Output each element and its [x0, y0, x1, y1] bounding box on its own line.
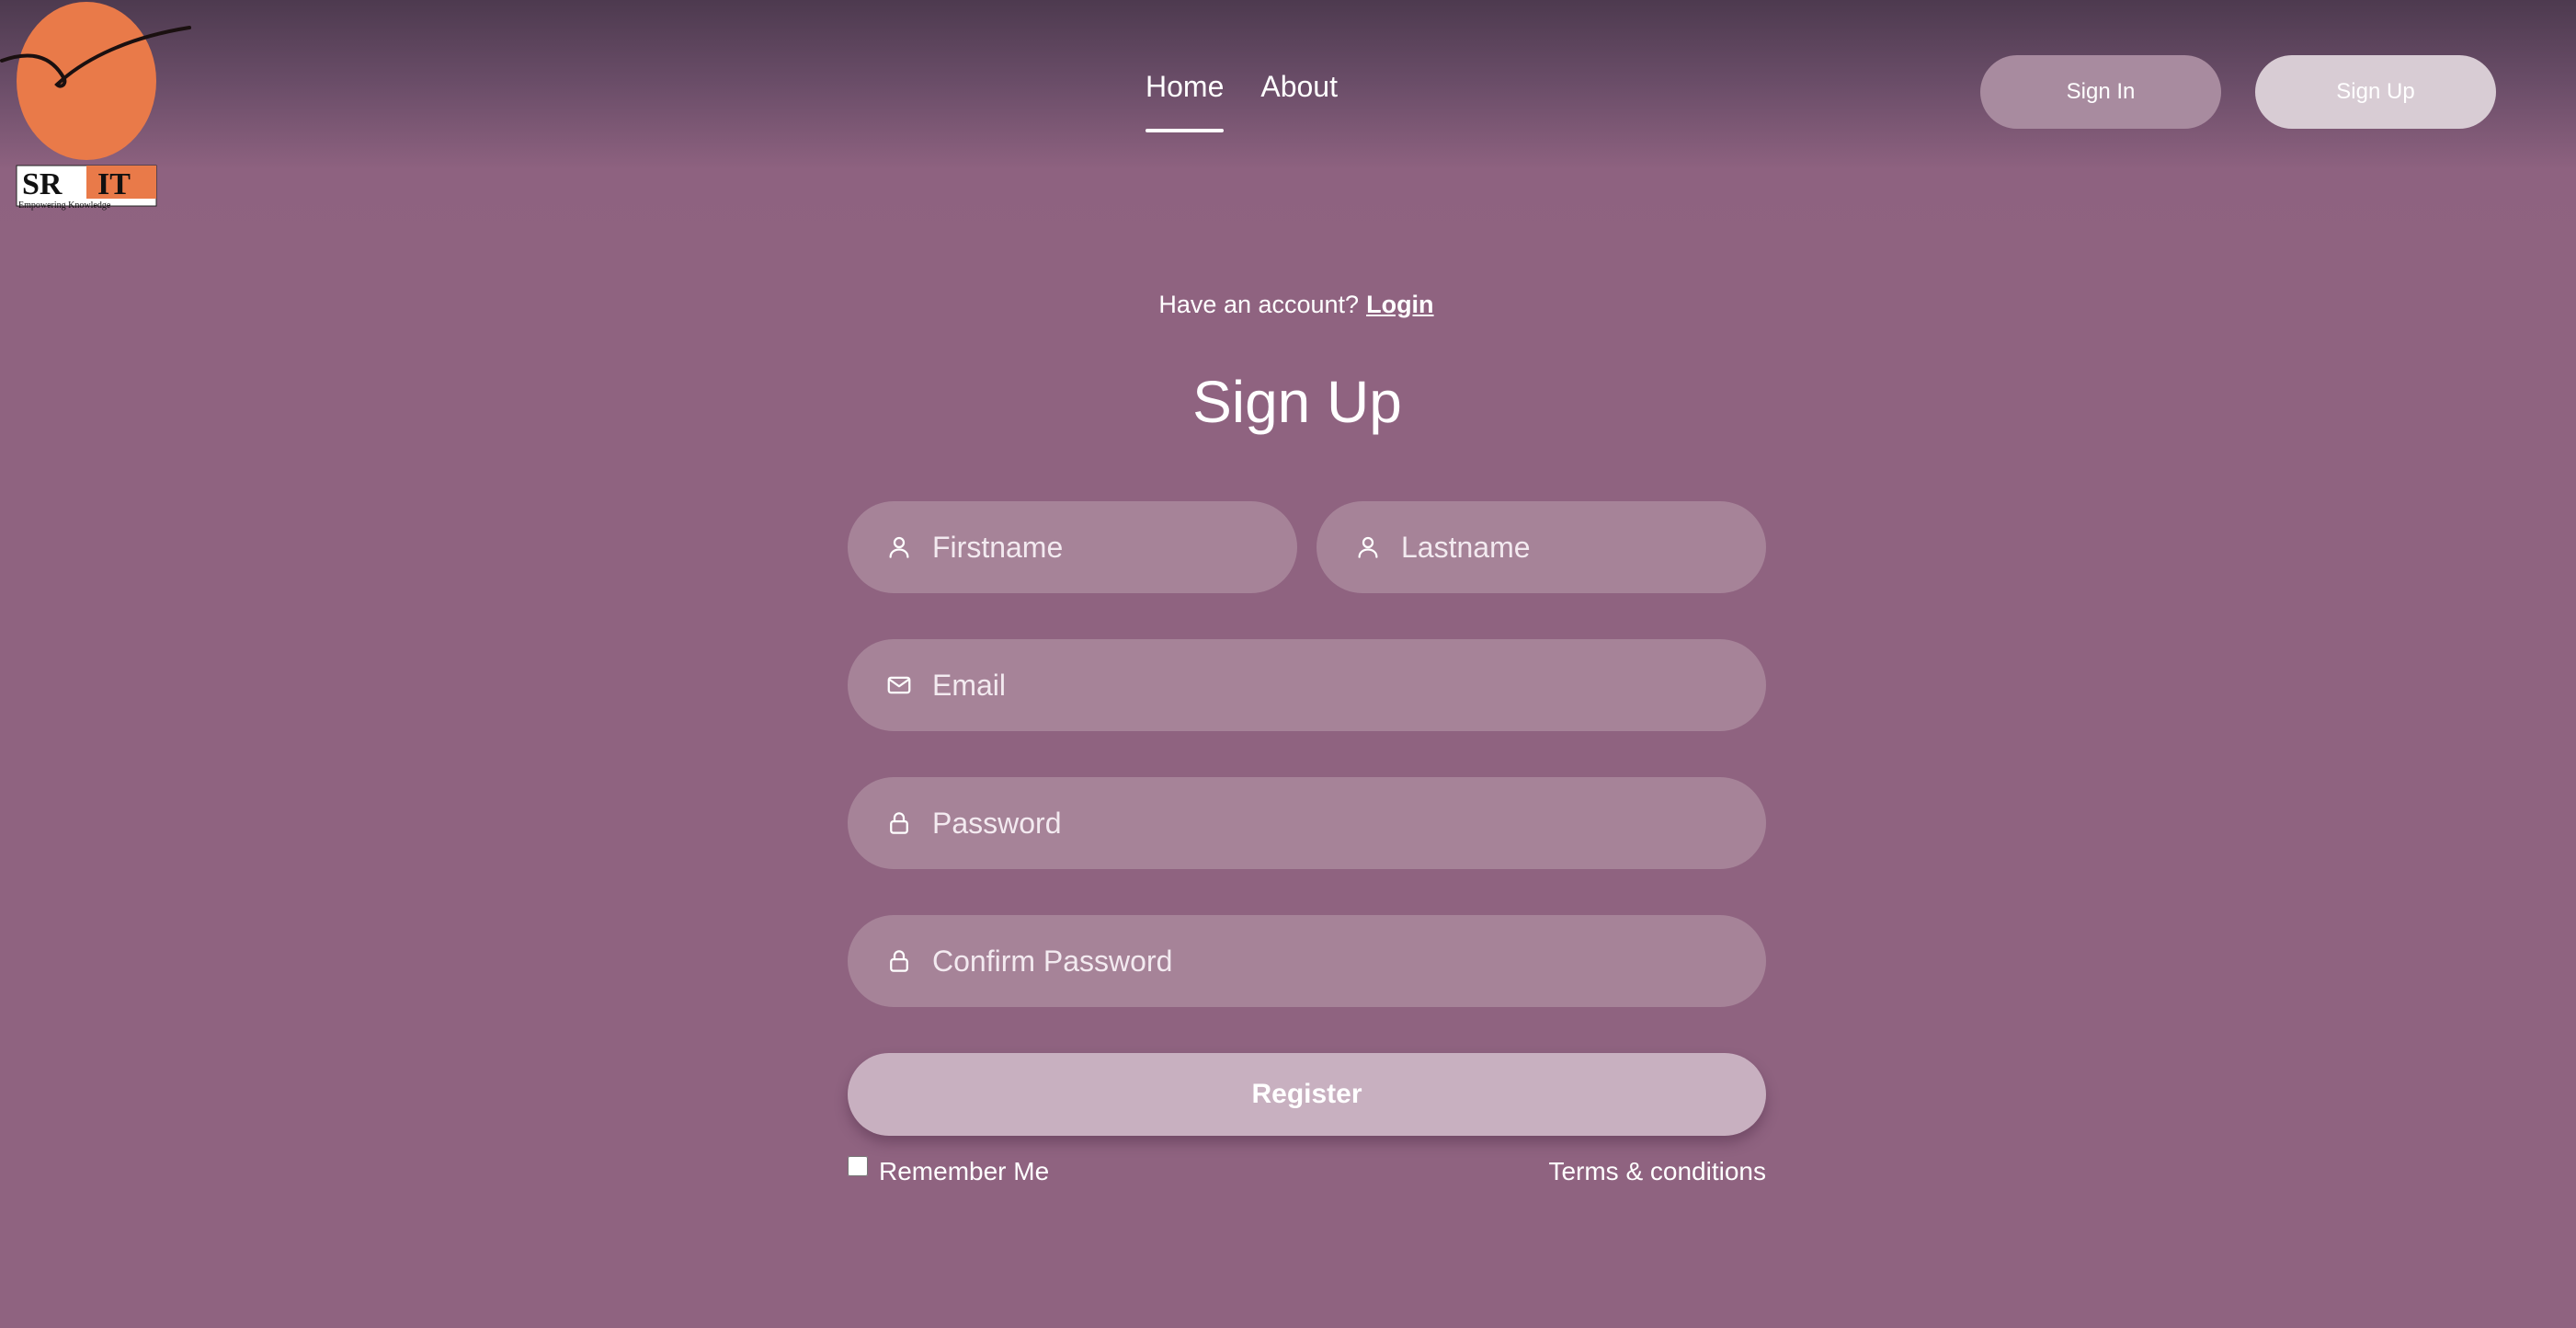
- logo-text-sr: SR: [22, 167, 63, 201]
- register-button[interactable]: Register: [848, 1053, 1766, 1136]
- lock-icon: [883, 944, 916, 978]
- user-icon: [883, 531, 916, 564]
- password-field[interactable]: [848, 777, 1766, 869]
- remember-me-label: Remember Me: [879, 1157, 1050, 1185]
- nav-home-link[interactable]: Home: [1146, 68, 1225, 132]
- logo-graphic: SR IT Empowering Knowledge: [0, 2, 191, 211]
- lastname-input[interactable]: [1399, 519, 1716, 576]
- remember-me-checkbox[interactable]: [848, 1156, 868, 1176]
- terms-link[interactable]: Terms & conditions: [1398, 1153, 1766, 1190]
- sign-in-button[interactable]: Sign In: [1980, 55, 2221, 129]
- confirm-password-field[interactable]: [848, 915, 1766, 1007]
- confirm-password-input[interactable]: [930, 933, 1716, 990]
- lock-icon: [883, 807, 916, 840]
- have-account-text: Have an account?: [1158, 291, 1360, 318]
- lastname-field[interactable]: [1316, 501, 1766, 593]
- user-icon: [1351, 531, 1385, 564]
- firstname-field[interactable]: [848, 501, 1297, 593]
- logo-text-it: IT: [97, 167, 131, 201]
- srit-logo[interactable]: SR IT Empowering Knowledge: [0, 0, 198, 216]
- email-field[interactable]: [848, 639, 1766, 731]
- email-input[interactable]: [930, 657, 1716, 714]
- mail-icon: [883, 669, 916, 702]
- password-input[interactable]: [930, 795, 1716, 852]
- firstname-input[interactable]: [930, 519, 1248, 576]
- remember-me[interactable]: Remember Me: [848, 1153, 1049, 1190]
- sign-up-button[interactable]: Sign Up: [2255, 55, 2496, 129]
- form-title: Sign Up: [1192, 369, 1402, 435]
- login-link[interactable]: Login: [1366, 291, 1433, 318]
- have-account-prompt: Have an account? Login: [0, 286, 2576, 323]
- main-nav: Home About: [1146, 68, 1338, 132]
- logo-tagline: Empowering Knowledge: [18, 200, 111, 211]
- nav-about-link[interactable]: About: [1260, 68, 1338, 132]
